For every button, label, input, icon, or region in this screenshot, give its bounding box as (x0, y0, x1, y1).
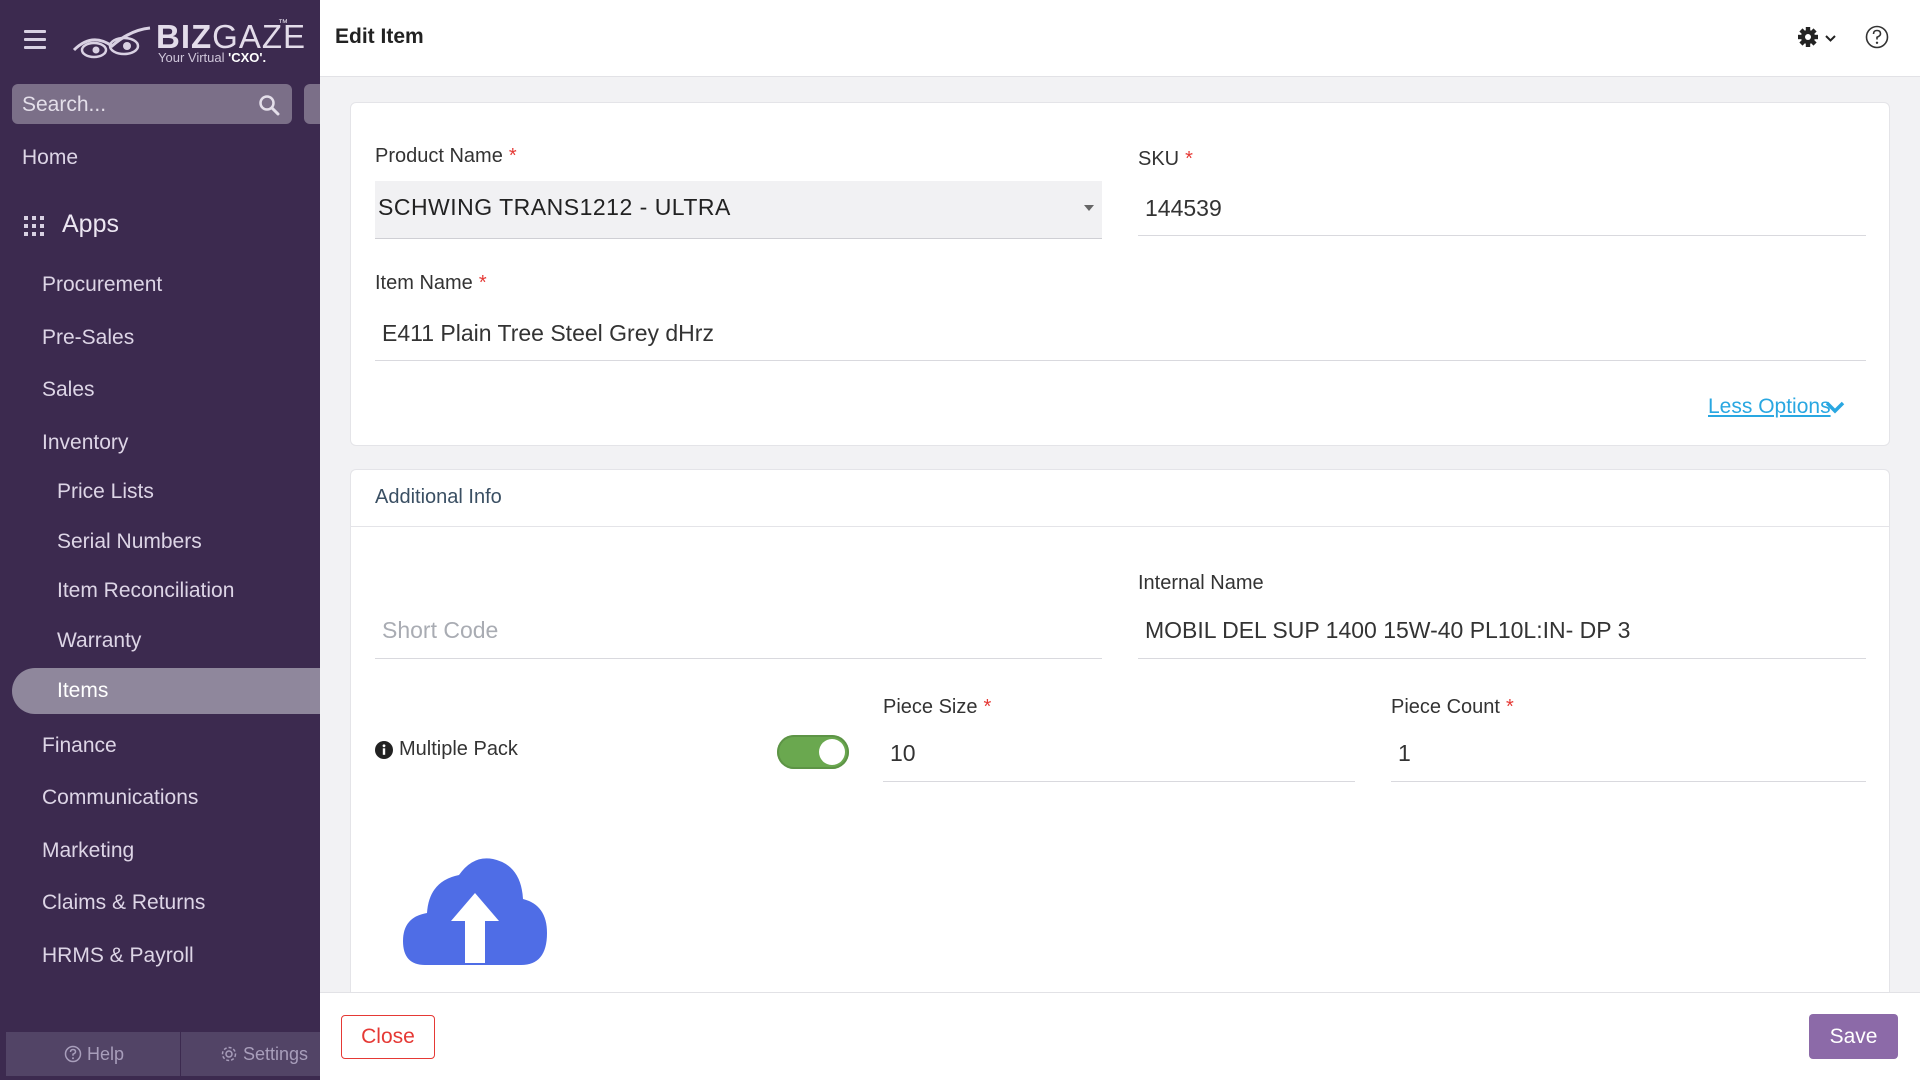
sidebar-settings-link[interactable]: Settings (220, 1044, 308, 1065)
brand-logo[interactable]: BIZGAZE ™ Your Virtual 'CXO'. (72, 14, 305, 66)
product-name-select[interactable]: SCHWING TRANS1212 - ULTRA (375, 181, 1102, 239)
sidebar-item-communications[interactable]: Communications (42, 786, 198, 810)
less-options-link[interactable]: Less Options (1708, 395, 1831, 419)
section-divider (351, 526, 1889, 527)
sidebar-item-item-reconciliation[interactable]: Item Reconciliation (57, 579, 234, 603)
search-side-button[interactable] (304, 84, 320, 124)
sidebar-item-hrms-payroll[interactable]: HRMS & Payroll (42, 944, 194, 968)
sku-input[interactable] (1145, 191, 1865, 225)
close-button[interactable]: Close (341, 1015, 435, 1059)
info-icon (375, 741, 393, 759)
short-code-underline (375, 658, 1102, 659)
sidebar-item-pre-sales[interactable]: Pre-Sales (42, 326, 134, 350)
sidebar-item-warranty[interactable]: Warranty (57, 629, 141, 653)
sidebar-item-items[interactable]: Items (12, 668, 320, 714)
form-footer: Close Save (320, 992, 1920, 1081)
item-name-label: Item Name * (375, 272, 487, 294)
sidebar-item-procurement[interactable]: Procurement (42, 273, 162, 297)
multiple-pack-toggle[interactable] (777, 735, 849, 769)
additional-info-title: Additional Info (375, 486, 502, 508)
chevron-down-icon[interactable] (1825, 399, 1845, 415)
gear-icon (1798, 27, 1836, 47)
internal-name-input[interactable] (1145, 613, 1865, 647)
hamburger-icon[interactable] (24, 30, 46, 50)
sidebar-item-inventory[interactable]: Inventory (42, 431, 128, 455)
item-name-underline (375, 360, 1866, 361)
multiple-pack-label: Multiple Pack (399, 738, 518, 760)
sidebar-search (12, 84, 292, 126)
piece-count-input[interactable] (1398, 736, 1858, 770)
sidebar-item-sales[interactable]: Sales (42, 378, 95, 402)
sidebar-item-price-lists[interactable]: Price Lists (57, 480, 154, 504)
short-code-input[interactable] (382, 613, 1092, 647)
search-input[interactable] (20, 84, 254, 126)
page-title: Edit Item (335, 25, 424, 48)
piece-size-underline (883, 781, 1355, 782)
main-content: Edit Item Product Name * SCHWING TRANS12… (320, 0, 1920, 1081)
internal-name-underline (1138, 658, 1866, 659)
additional-info-card: Additional Info Internal Name Multiple P… (350, 469, 1890, 1050)
piece-count-underline (1391, 781, 1866, 782)
sidebar-footer: Help Settings (6, 1032, 320, 1076)
sidebar-header: BIZGAZE ™ Your Virtual 'CXO'. (0, 0, 320, 80)
toggle-knob (819, 739, 845, 765)
brand-tagline: Your Virtual 'CXO'. (158, 50, 267, 65)
sidebar-item-marketing[interactable]: Marketing (42, 839, 134, 863)
search-icon[interactable] (258, 94, 280, 116)
product-name-label: Product Name * (375, 145, 517, 167)
save-button[interactable]: Save (1809, 1014, 1898, 1059)
sidebar-footer-divider (180, 1032, 181, 1076)
sidebar-item-claims-returns[interactable]: Claims & Returns (42, 891, 205, 915)
help-circle-icon (1865, 25, 1889, 49)
internal-name-label: Internal Name (1138, 572, 1264, 594)
brand-trademark: ™ (278, 18, 288, 29)
piece-count-label: Piece Count * (1391, 696, 1514, 718)
sidebar-item-items-label: Items (57, 679, 109, 702)
sidebar: BIZGAZE ™ Your Virtual 'CXO'. Home Apps … (0, 0, 320, 1080)
piece-size-input[interactable] (890, 736, 1350, 770)
logo-eyes-icon (72, 26, 151, 59)
item-name-input[interactable] (382, 316, 1862, 350)
apps-grid-icon (24, 216, 44, 236)
product-name-value: SCHWING TRANS1212 - ULTRA (378, 194, 731, 220)
settings-menu-button[interactable] (1798, 24, 1846, 52)
sidebar-help-link[interactable]: Help (64, 1044, 124, 1065)
item-details-card: Product Name * SCHWING TRANS1212 - ULTRA … (350, 102, 1890, 446)
sku-label: SKU * (1138, 148, 1193, 170)
sidebar-item-serial-numbers[interactable]: Serial Numbers (57, 530, 202, 554)
help-circle-icon (64, 1045, 82, 1063)
help-button[interactable] (1864, 24, 1890, 50)
sku-underline (1138, 235, 1866, 236)
sidebar-item-finance[interactable]: Finance (42, 734, 117, 758)
sidebar-item-home[interactable]: Home (22, 146, 78, 170)
gear-icon (221, 1046, 237, 1062)
apps-label: Apps (62, 210, 119, 238)
page-header: Edit Item (320, 0, 1920, 77)
cloud-upload-icon[interactable] (403, 855, 547, 965)
piece-size-label: Piece Size * (883, 696, 992, 718)
caret-down-icon (1084, 205, 1094, 211)
